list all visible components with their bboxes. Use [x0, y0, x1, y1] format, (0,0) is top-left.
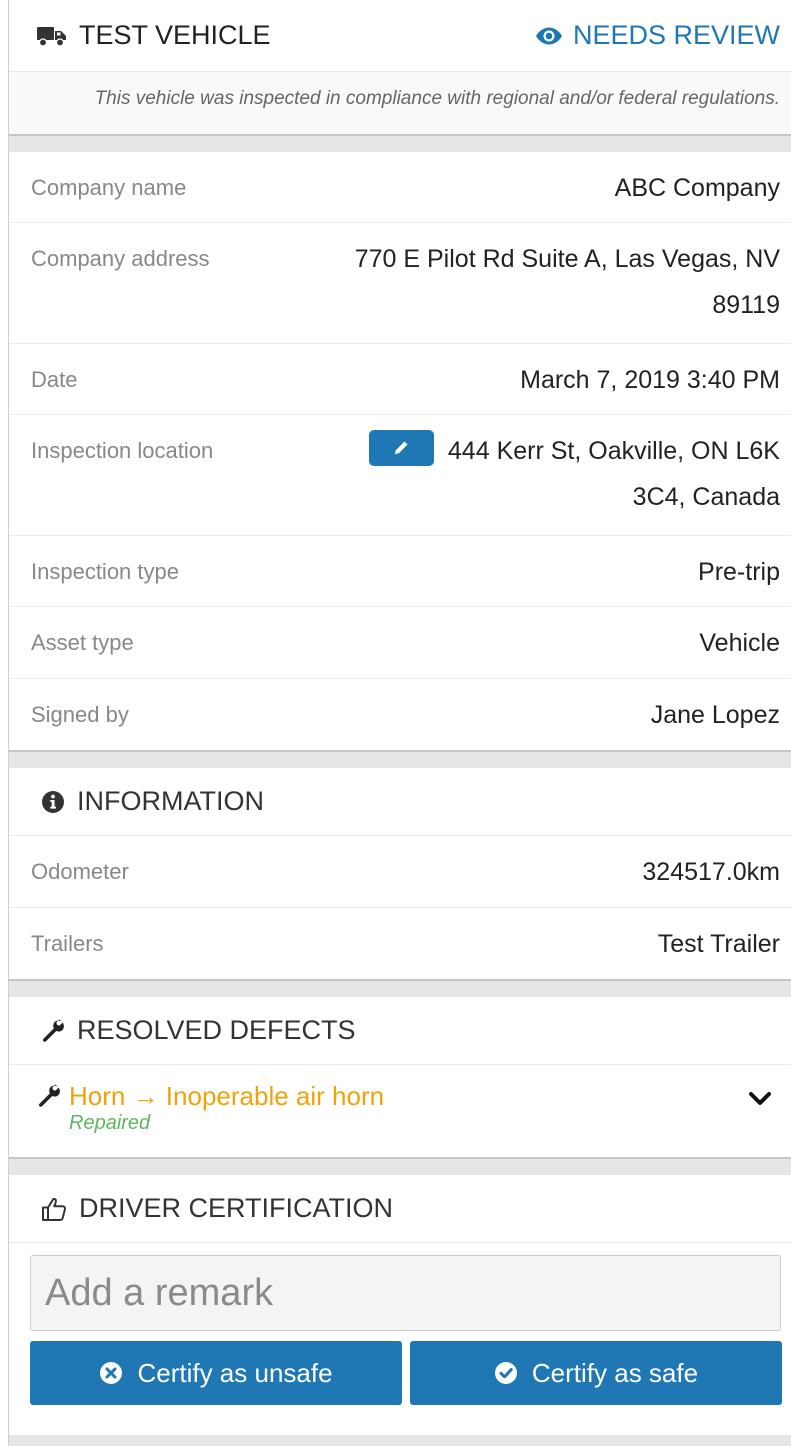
wrench-icon: [38, 1084, 60, 1107]
info-value: 324517.0km: [642, 858, 780, 886]
defect-text: Horn → Inoperable air horn Repaired: [69, 1081, 384, 1137]
resolved-defects-heading: RESOLVED DEFECTS: [9, 997, 791, 1065]
info-row-trailers: Trailers Test Trailer: [9, 908, 791, 979]
detail-value: 770 E Pilot Rd Suite A, Las Vegas, NV 89…: [354, 245, 780, 319]
info-circle-icon: [42, 790, 64, 813]
info-value: Test Trailer: [657, 930, 780, 958]
detail-row-company-name: Company name ABC Company: [9, 152, 791, 223]
vehicle-title: TEST VEHICLE: [37, 20, 271, 51]
detail-row-inspection-type: Inspection type Pre-trip: [9, 536, 791, 607]
defect-info: Horn → Inoperable air horn Repaired: [37, 1081, 384, 1137]
inspection-panel: TEST VEHICLE NEEDS REVIEW This vehicle w…: [8, 0, 791, 1446]
wrench-icon: [42, 1019, 64, 1042]
times-circle-icon: [100, 1362, 123, 1384]
detail-value: Jane Lopez: [650, 701, 780, 729]
driver-certification-heading: DRIVER CERTIFICATION: [9, 1175, 791, 1243]
needs-review-label: NEEDS REVIEW: [572, 20, 780, 50]
pencil-icon: [395, 441, 408, 455]
location-text: 444 Kerr St, Oakville, ON L6K 3C4, Canad…: [447, 437, 780, 511]
detail-row-asset-type: Asset type Vehicle: [9, 607, 791, 679]
defect-item[interactable]: Horn → Inoperable air horn Repaired: [9, 1065, 791, 1157]
detail-label: Asset type: [31, 630, 134, 655]
vehicle-title-text: TEST VEHICLE: [79, 20, 271, 50]
detail-row-date: Date March 7, 2019 3:40 PM: [9, 344, 791, 415]
detail-row-signed-by: Signed by Jane Lopez: [9, 679, 791, 750]
detail-label: Signed by: [31, 702, 129, 727]
detail-label: Date: [31, 367, 78, 392]
driver-certification-title: DRIVER CERTIFICATION: [79, 1193, 394, 1223]
detail-value: Pre-trip: [698, 558, 780, 586]
info-label: Trailers: [31, 931, 104, 956]
detail-value: ABC Company: [614, 174, 780, 202]
detail-value: Vehicle: [699, 629, 780, 657]
thumbs-up-icon: [42, 1197, 67, 1221]
chevron-down-icon[interactable]: [748, 1091, 772, 1107]
information-title: INFORMATION: [77, 786, 264, 816]
driver-certification-card: DRIVER CERTIFICATION Certify as unsafe C…: [9, 1175, 791, 1435]
section-gap: [9, 136, 791, 152]
compliance-note: This vehicle was inspected in compliance…: [9, 72, 791, 134]
defect-name: Horn → Inoperable air horn: [69, 1081, 385, 1111]
check-circle-icon: [494, 1362, 517, 1384]
certify-unsafe-label: Certify as unsafe: [137, 1357, 333, 1388]
detail-label: Company name: [31, 175, 187, 200]
section-gap: [9, 752, 791, 768]
detail-label: Company address: [31, 246, 210, 271]
section-gap: [9, 981, 791, 997]
eye-icon: [535, 27, 562, 44]
information-card: INFORMATION Odometer 324517.0km Trailers…: [9, 768, 791, 981]
needs-review-link[interactable]: NEEDS REVIEW: [535, 20, 780, 51]
detail-value-location: 444 Kerr St, Oakville, ON L6K 3C4, Canad…: [310, 428, 780, 520]
truck-icon: [37, 26, 66, 47]
section-gap: [9, 1159, 791, 1175]
certify-unsafe-button[interactable]: Certify as unsafe: [30, 1341, 402, 1405]
defect-status: Repaired: [69, 1112, 151, 1134]
details-card: Company name ABC Company Company address…: [9, 152, 791, 752]
info-label: Odometer: [31, 859, 129, 884]
detail-label: Inspection location: [31, 438, 214, 463]
resolved-defects-card: RESOLVED DEFECTS Horn → Inoperable air h…: [9, 997, 791, 1159]
information-heading: INFORMATION: [9, 768, 791, 836]
resolved-defects-title: RESOLVED DEFECTS: [77, 1015, 356, 1045]
detail-value: March 7, 2019 3:40 PM: [520, 366, 780, 394]
certification-buttons: Certify as unsafe Certify as safe: [9, 1341, 791, 1405]
edit-location-button[interactable]: [368, 430, 434, 467]
certify-safe-label: Certify as safe: [531, 1357, 699, 1388]
vehicle-summary-card: TEST VEHICLE NEEDS REVIEW This vehicle w…: [9, 0, 791, 136]
detail-label: Inspection type: [31, 559, 179, 584]
certify-safe-button[interactable]: Certify as safe: [410, 1341, 782, 1405]
vehicle-header: TEST VEHICLE NEEDS REVIEW: [9, 0, 791, 72]
info-row-odometer: Odometer 324517.0km: [9, 836, 791, 908]
detail-row-inspection-location: Inspection location 444 Kerr St, Oakvill…: [9, 415, 791, 536]
detail-row-company-address: Company address 770 E Pilot Rd Suite A, …: [9, 223, 791, 344]
remark-input[interactable]: [30, 1255, 781, 1331]
